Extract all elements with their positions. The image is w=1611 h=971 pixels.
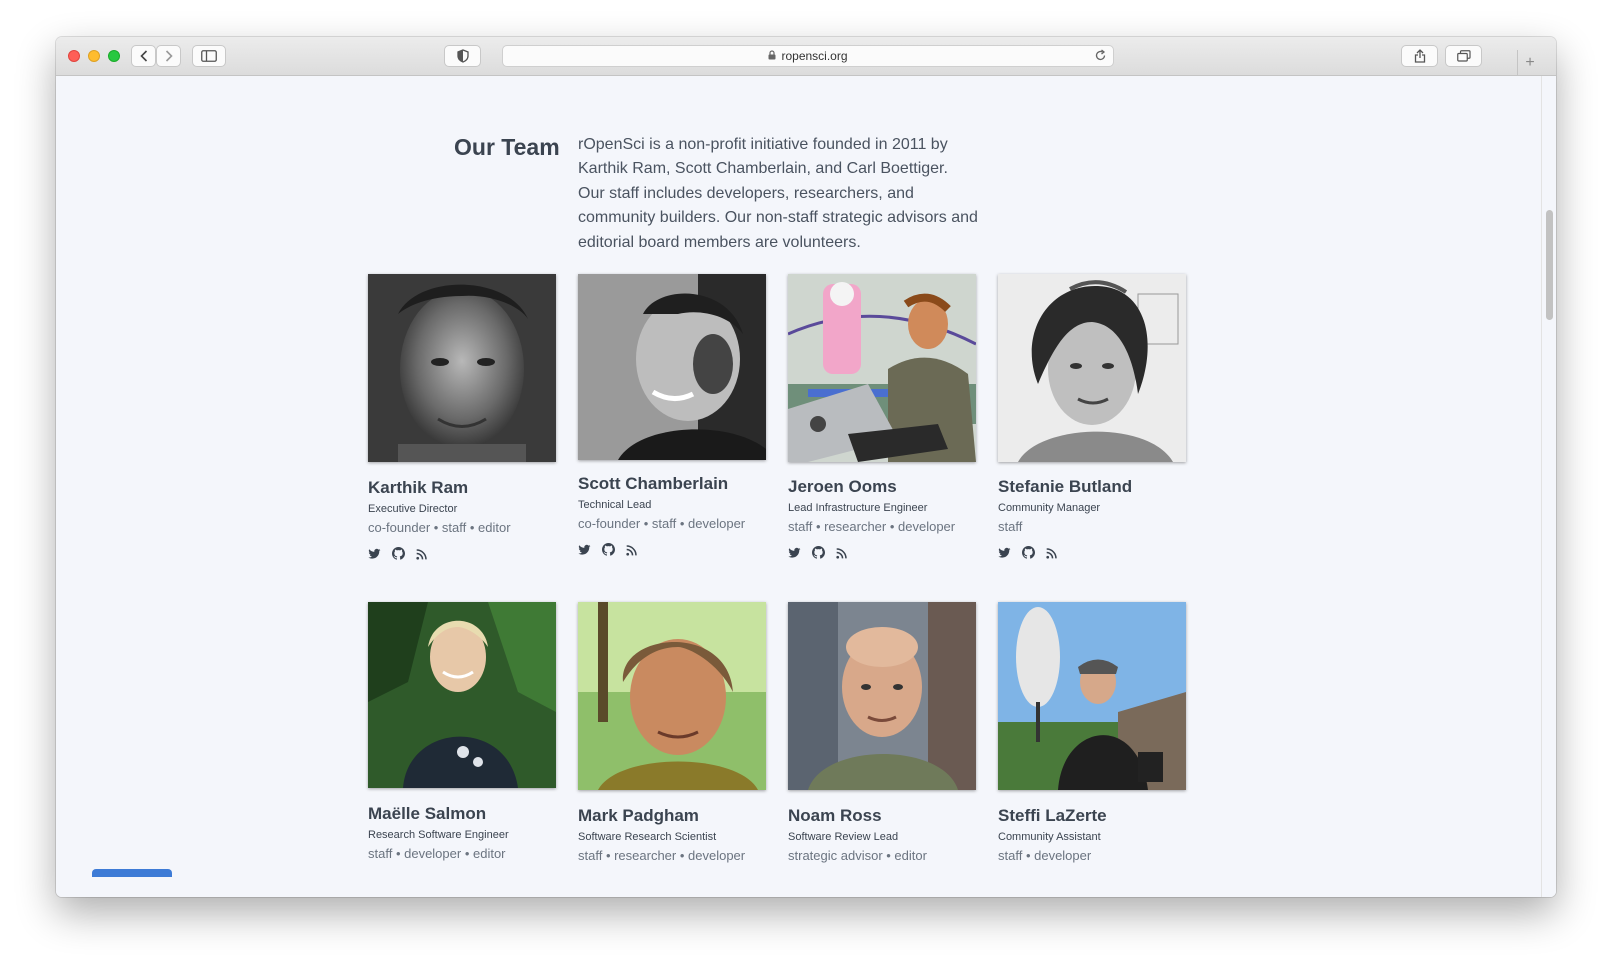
member-name: Jeroen Ooms xyxy=(788,477,897,496)
share-icon xyxy=(1414,49,1426,63)
member-name: Scott Chamberlain xyxy=(578,474,729,493)
member-role: Community Assistant xyxy=(998,831,1101,843)
browser-toolbar: ropensci.org + xyxy=(56,37,1556,76)
member-name: Mark Padgham xyxy=(578,806,699,825)
address-bar[interactable]: ropensci.org xyxy=(502,45,1114,67)
member-photo[interactable] xyxy=(578,602,766,790)
floating-tab-button[interactable] xyxy=(92,869,172,877)
member-photo[interactable] xyxy=(998,602,1186,790)
github-icon[interactable] xyxy=(392,547,406,561)
member-tags: staff • researcher • developer xyxy=(578,848,746,863)
twitter-icon[interactable] xyxy=(998,546,1012,560)
member-social-links xyxy=(998,546,1188,560)
member-tags: strategic advisor • editor xyxy=(788,848,927,863)
page-content: Our Team rOpenSci is a non-profit initia… xyxy=(56,76,1556,897)
tab-overview-button[interactable] xyxy=(1445,45,1482,67)
member-role: Software Review Lead xyxy=(788,831,899,843)
sidebar-toggle-button[interactable] xyxy=(192,45,226,67)
browser-window: ropensci.org + Our Team rOpenSci is a no… xyxy=(56,37,1556,897)
twitter-icon[interactable] xyxy=(368,547,382,561)
vertical-scrollbar[interactable] xyxy=(1541,76,1556,897)
plus-icon: + xyxy=(1525,53,1535,71)
member-tags: staff • developer xyxy=(998,848,1092,863)
team-member-card: Scott Chamberlain Technical Lead co-foun… xyxy=(578,274,768,557)
member-tags: staff • developer • editor xyxy=(368,846,506,861)
member-tags: staff xyxy=(998,519,1023,534)
member-social-links xyxy=(368,547,558,561)
shield-icon xyxy=(456,49,469,63)
github-icon[interactable] xyxy=(812,546,826,560)
team-member-card: Karthik Ram Executive Director co-founde… xyxy=(368,274,558,561)
member-name: Maëlle Salmon xyxy=(368,804,487,823)
team-member-card: Steffi LaZerte Community Assistant staff… xyxy=(998,602,1188,863)
member-photo[interactable] xyxy=(368,602,556,788)
sidebar-icon xyxy=(201,50,217,62)
rss-icon[interactable] xyxy=(416,547,430,561)
team-member-card: Jeroen Ooms Lead Infrastructure Engineer… xyxy=(788,274,978,560)
rss-icon[interactable] xyxy=(836,546,850,560)
back-button[interactable] xyxy=(131,45,156,67)
github-icon[interactable] xyxy=(602,543,616,557)
scrollbar-thumb[interactable] xyxy=(1546,210,1553,320)
team-intro-text: rOpenSci is a non-profit initiative foun… xyxy=(578,136,978,251)
member-role: Software Research Scientist xyxy=(578,831,717,843)
privacy-report-button[interactable] xyxy=(444,45,481,67)
member-role: Executive Director xyxy=(368,503,458,515)
maximize-window-button[interactable] xyxy=(108,50,120,62)
member-photo[interactable] xyxy=(578,274,766,460)
forward-button[interactable] xyxy=(156,45,181,67)
member-name: Karthik Ram xyxy=(368,478,469,497)
twitter-icon[interactable] xyxy=(788,546,802,560)
member-photo[interactable] xyxy=(998,274,1186,462)
team-member-card: Maëlle Salmon Research Software Engineer… xyxy=(368,602,558,861)
team-member-card: Noam Ross Software Review Lead strategic… xyxy=(788,602,978,863)
minimize-window-button[interactable] xyxy=(88,50,100,62)
share-button[interactable] xyxy=(1401,45,1438,67)
member-role: Research Software Engineer xyxy=(368,829,509,841)
close-window-button[interactable] xyxy=(68,50,80,62)
team-member-card: Mark Padgham Software Research Scientist… xyxy=(578,602,768,863)
member-role: Technical Lead xyxy=(578,499,652,511)
member-photo[interactable] xyxy=(788,274,976,462)
member-tags: co-founder • staff • editor xyxy=(368,520,511,535)
member-name: Stefanie Butland xyxy=(998,477,1133,496)
url-text: ropensci.org xyxy=(781,49,848,63)
twitter-icon[interactable] xyxy=(578,543,592,557)
chevron-left-icon xyxy=(139,50,148,62)
new-tab-button[interactable]: + xyxy=(1517,50,1542,75)
tabs-icon xyxy=(1456,50,1471,62)
member-social-links xyxy=(788,546,978,560)
rss-icon[interactable] xyxy=(626,543,640,557)
member-role: Lead Infrastructure Engineer xyxy=(788,502,928,514)
page-title: Our Team xyxy=(454,134,560,160)
chevron-right-icon xyxy=(165,50,173,62)
reload-icon[interactable] xyxy=(1094,49,1107,65)
github-icon[interactable] xyxy=(1022,546,1036,560)
rss-icon[interactable] xyxy=(1046,546,1060,560)
member-photo[interactable] xyxy=(368,274,556,462)
member-tags: staff • researcher • developer xyxy=(788,519,956,534)
member-name: Steffi LaZerte xyxy=(998,806,1107,825)
member-role: Community Manager xyxy=(998,502,1101,514)
member-photo[interactable] xyxy=(788,602,976,790)
member-name: Noam Ross xyxy=(788,806,882,825)
team-member-card: Stefanie Butland Community Manager staff xyxy=(998,274,1188,560)
member-tags: co-founder • staff • developer xyxy=(578,516,746,531)
lock-icon xyxy=(768,49,776,63)
member-social-links xyxy=(578,543,768,557)
